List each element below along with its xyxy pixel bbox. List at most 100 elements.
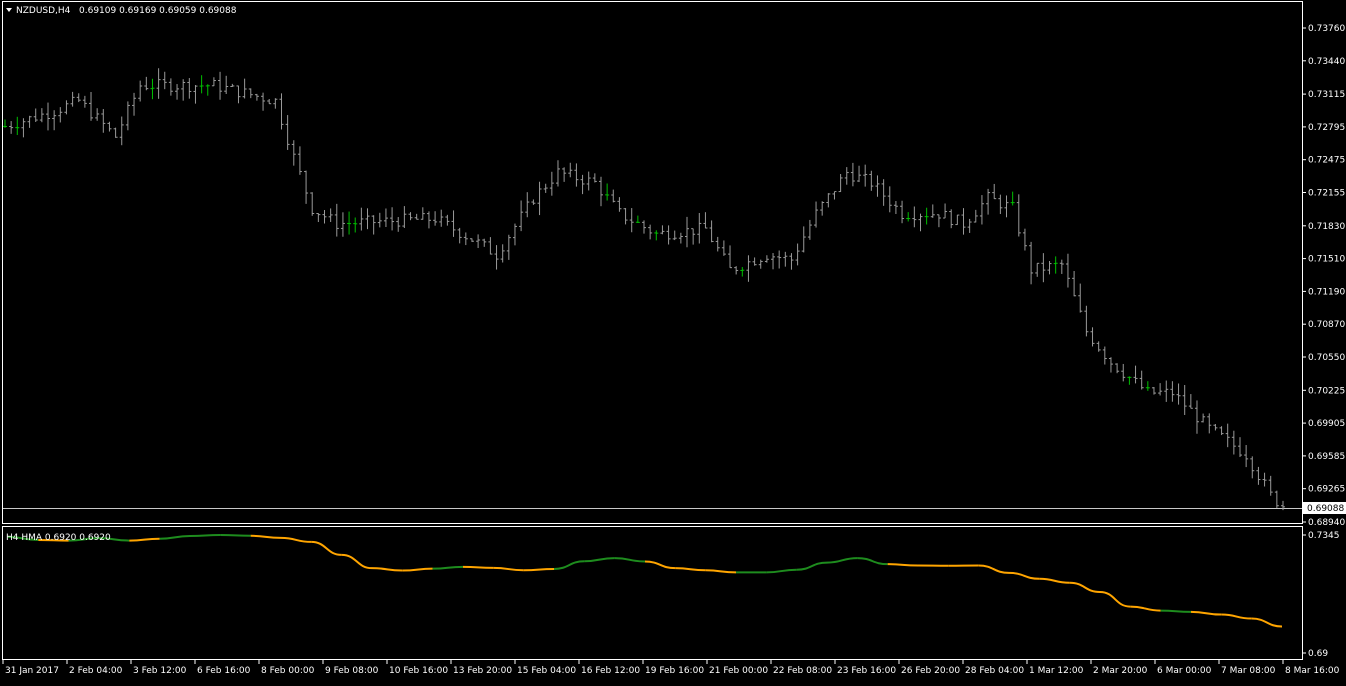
hma-segment [827,558,857,563]
price-tick-label: 0.72155 [1308,188,1345,198]
ohlc-bar [15,117,19,135]
ohlc-bar [310,192,314,216]
ohlc-bar [298,146,302,175]
price-tick-label: 0.68940 [1308,518,1345,528]
hma-segment [433,567,463,569]
ohlc-bar [1226,424,1230,448]
price-tick-label: 0.71510 [1308,255,1345,265]
ohlc-bar [925,208,929,225]
ohlc-bar [1256,467,1260,485]
ohlc-bar [525,192,529,217]
ohlc-bar [126,101,130,130]
ohlc-bar [660,225,664,234]
ohlc-bar [144,77,148,90]
ohlc-bar [703,212,707,228]
time-tick-label: 8 Feb 00:00 [261,666,315,676]
ohlc-bar [1269,476,1273,496]
hma-segment [160,536,190,539]
ohlc-bar [839,174,843,192]
ohlc-bar [488,237,492,254]
hma-segment [766,570,796,573]
hma-segment [554,561,584,569]
price-axis: 0.737600.734400.731150.727950.724750.721… [1302,24,1345,528]
ohlc-bar [728,245,732,267]
ohlc-bar [654,230,658,240]
ohlc-bar [611,190,615,203]
ohlc-bar [1121,364,1125,381]
chart-canvas[interactable]: 0.737600.734400.731150.727950.724750.721… [0,0,1346,682]
ohlc-bar [1183,385,1187,415]
ohlc-bar [157,68,161,99]
hma-segment [493,568,523,570]
ohlc-bar [888,186,892,212]
symbol-dropdown-icon[interactable] [6,8,12,12]
ohlc-bar [630,208,634,232]
ohlc-bar [1152,387,1156,395]
ohlc-bar [181,79,185,100]
ohlc-bar [58,107,62,122]
ohlc-bar [519,201,523,232]
ohlc-bar [138,81,142,102]
hma-segment [615,558,645,561]
ohlc-bar [347,212,351,235]
hma-segment [129,539,159,541]
ohlc-bar [1005,195,1009,217]
time-tick-label: 8 Mar 16:00 [1285,666,1340,676]
ohlc-bar [1060,260,1064,274]
ohlc-bar [851,163,855,186]
ohlc-bar [163,72,167,89]
ohlc-bar [495,245,499,269]
ohlc-bar [150,79,154,99]
ohlc-bar [1213,424,1217,430]
ohlc-bar [384,208,388,227]
ohlc-bar [187,78,191,99]
ohlc-bar [77,93,81,102]
ohlc-bar [120,117,124,146]
ohlc-bar [1017,194,1021,236]
hma-segment [1009,573,1039,579]
ohlc-bar [802,226,806,252]
ohlc-bar [34,109,38,122]
ohlc-bar [1164,381,1168,402]
ohlc-bar [746,255,750,282]
time-axis: 31 Jan 20172 Feb 04:003 Feb 12:006 Feb 1… [3,660,1340,676]
ohlc-bar [667,225,671,244]
ohlc-bar [95,108,99,121]
ohlc-bar [1250,456,1254,478]
time-tick-label: 26 Feb 20:00 [901,666,960,676]
ohlc-bar [587,172,591,191]
ohlc-bar [1146,381,1150,391]
chart-window[interactable]: 0.737600.734400.731150.727950.724750.721… [0,0,1346,682]
ohlc-bar [396,217,400,232]
ohlc-bar [114,128,118,138]
hma-segment [190,535,220,536]
ohlc-bar [267,99,271,104]
ohlc-bar [605,183,609,200]
ohlc-bar [175,84,179,100]
hma-segment [797,563,827,570]
ohlc-bar [390,207,394,230]
ohlc-bar [691,229,695,245]
ohlc-bar [273,98,277,108]
price-tick-label: 0.72795 [1308,123,1345,133]
time-tick-label: 10 Feb 16:00 [389,666,448,676]
ohlc-bar [52,110,56,130]
ohlc-bar [3,119,7,127]
ohlc-bar [1134,366,1138,384]
ohlc-bar [1029,242,1033,284]
ohlc-bar [236,86,240,104]
ohlc-bar [642,220,646,233]
ohlc-bar [40,108,44,122]
ohlc-bar [869,171,873,191]
ohlc-bar [1195,400,1199,433]
ohlc-bar [1011,192,1015,206]
ohlc-bar [1140,371,1144,390]
ohlc-bar [593,173,597,182]
ohlc-bar [1177,384,1181,405]
ohlc-bar [304,171,308,204]
ohlc-bar [1054,256,1058,273]
price-tick-label: 0.69905 [1308,419,1345,429]
ohlc-bar [1158,383,1162,395]
price-tick-label: 0.70550 [1308,353,1345,363]
ohlc-bar [353,218,357,233]
